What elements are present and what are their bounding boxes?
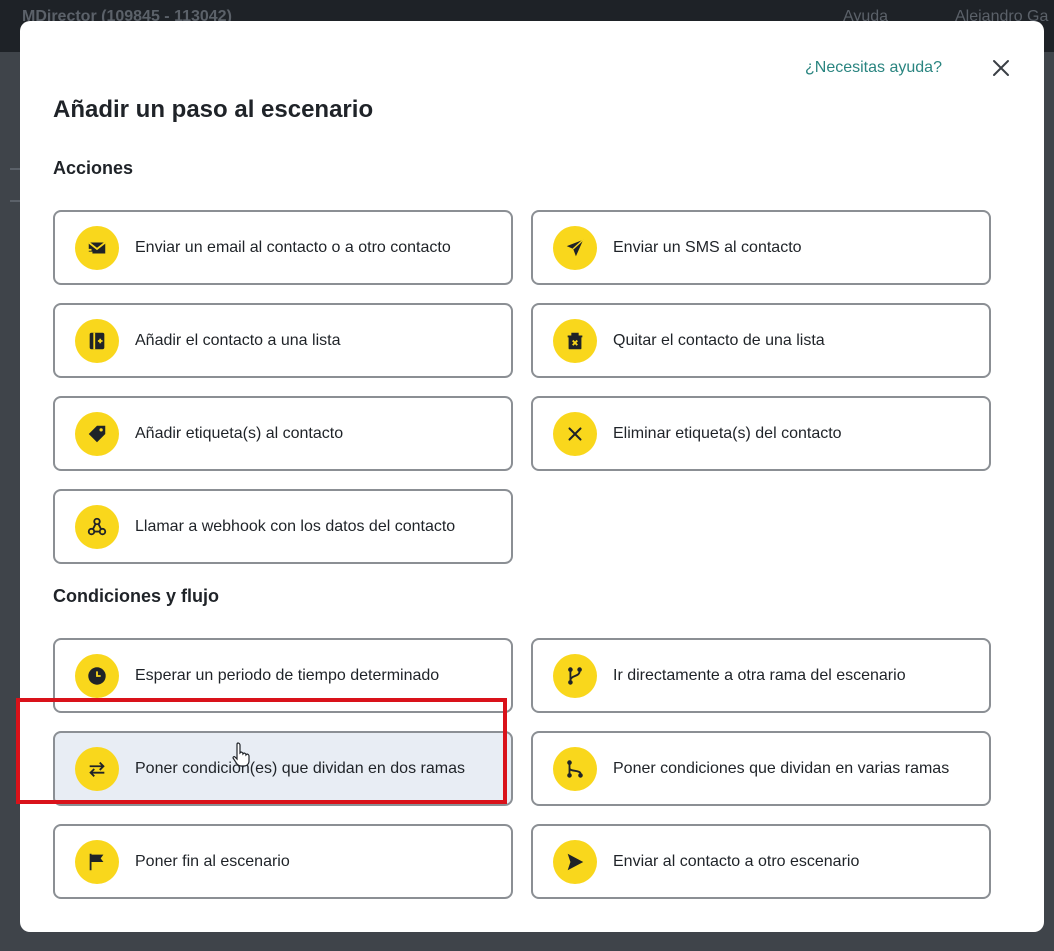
add-to-list-icon bbox=[75, 319, 119, 363]
action-label: Añadir etiqueta(s) al contacto bbox=[135, 424, 344, 442]
send-arrow-icon bbox=[553, 226, 597, 270]
action-label: Ir directamente a otra rama del escenari… bbox=[613, 666, 906, 684]
action-label: Enviar un SMS al contacto bbox=[613, 238, 802, 256]
action-label: Enviar al contacto a otro escenario bbox=[613, 852, 860, 870]
branch-icon bbox=[553, 654, 597, 698]
action-label: Quitar el contacto de una lista bbox=[613, 331, 825, 349]
action-add-tags[interactable]: Añadir etiqueta(s) al contacto bbox=[53, 396, 513, 471]
action-label: Poner condiciones que dividan en varias … bbox=[613, 759, 950, 777]
webhook-icon bbox=[75, 505, 119, 549]
action-label: Esperar un periodo de tiempo determinado bbox=[135, 666, 440, 684]
section-title-conditions: Condiciones y flujo bbox=[53, 586, 220, 606]
flow-split-multiple-branches[interactable]: Poner condiciones que dividan en varias … bbox=[531, 731, 991, 806]
remove-from-list-icon bbox=[553, 319, 597, 363]
action-send-email[interactable]: Enviar un email al contacto o a otro con… bbox=[53, 210, 513, 285]
flag-icon bbox=[75, 840, 119, 884]
close-icon bbox=[993, 60, 1009, 76]
section-title-actions: Acciones bbox=[53, 158, 134, 178]
action-add-to-list[interactable]: Añadir el contacto a una lista bbox=[53, 303, 513, 378]
modal-title: Añadir un paso al escenario bbox=[53, 96, 374, 123]
action-label: Llamar a webhook con los datos del conta… bbox=[135, 517, 456, 535]
flow-split-two-branches[interactable]: Poner condición(es) que dividan en dos r… bbox=[53, 731, 513, 806]
action-label: Enviar un email al contacto o a otro con… bbox=[135, 238, 451, 256]
flow-wait-period[interactable]: Esperar un periodo de tiempo determinado bbox=[53, 638, 513, 713]
swap-arrows-icon bbox=[75, 747, 119, 791]
action-call-webhook[interactable]: Llamar a webhook con los datos del conta… bbox=[53, 489, 513, 564]
tag-icon bbox=[75, 412, 119, 456]
play-send-icon bbox=[553, 840, 597, 884]
flow-go-to-branch[interactable]: Ir directamente a otra rama del escenari… bbox=[531, 638, 991, 713]
close-button[interactable] bbox=[988, 55, 1014, 81]
close-icon bbox=[553, 412, 597, 456]
clock-icon bbox=[75, 654, 119, 698]
flow-end-scenario[interactable]: Poner fin al escenario bbox=[53, 824, 513, 899]
flow-send-to-other-scenario[interactable]: Enviar al contacto a otro escenario bbox=[531, 824, 991, 899]
add-step-modal: ¿Necesitas ayuda? Añadir un paso al esce… bbox=[20, 21, 1044, 932]
action-label: Poner condición(es) que dividan en dos r… bbox=[135, 759, 465, 777]
action-remove-from-list[interactable]: Quitar el contacto de una lista bbox=[531, 303, 991, 378]
action-label: Añadir el contacto a una lista bbox=[135, 331, 341, 349]
action-send-sms[interactable]: Enviar un SMS al contacto bbox=[531, 210, 991, 285]
multi-branch-icon bbox=[553, 747, 597, 791]
action-label: Eliminar etiqueta(s) del contacto bbox=[613, 424, 842, 442]
help-link[interactable]: ¿Necesitas ayuda? bbox=[805, 59, 942, 77]
email-icon bbox=[75, 226, 119, 270]
action-label: Poner fin al escenario bbox=[135, 852, 290, 870]
action-remove-tags[interactable]: Eliminar etiqueta(s) del contacto bbox=[531, 396, 991, 471]
